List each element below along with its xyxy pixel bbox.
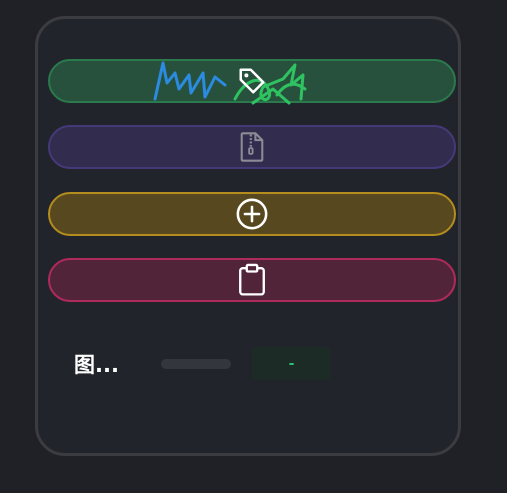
clipboard-icon [237, 263, 267, 297]
setting-slider[interactable] [161, 358, 231, 369]
tag-icon [237, 66, 267, 96]
zip-file-button[interactable] [48, 125, 456, 169]
dialog-panel: 图... - [35, 16, 461, 456]
add-button[interactable] [48, 192, 456, 236]
setting-value[interactable]: - [252, 347, 331, 380]
plus-circle-icon [235, 197, 269, 231]
setting-label: 图... [74, 352, 119, 377]
zip-file-icon [238, 131, 266, 163]
tag-button[interactable] [48, 59, 456, 105]
setting-row: 图... - [74, 347, 331, 380]
clipboard-button[interactable] [48, 258, 456, 302]
